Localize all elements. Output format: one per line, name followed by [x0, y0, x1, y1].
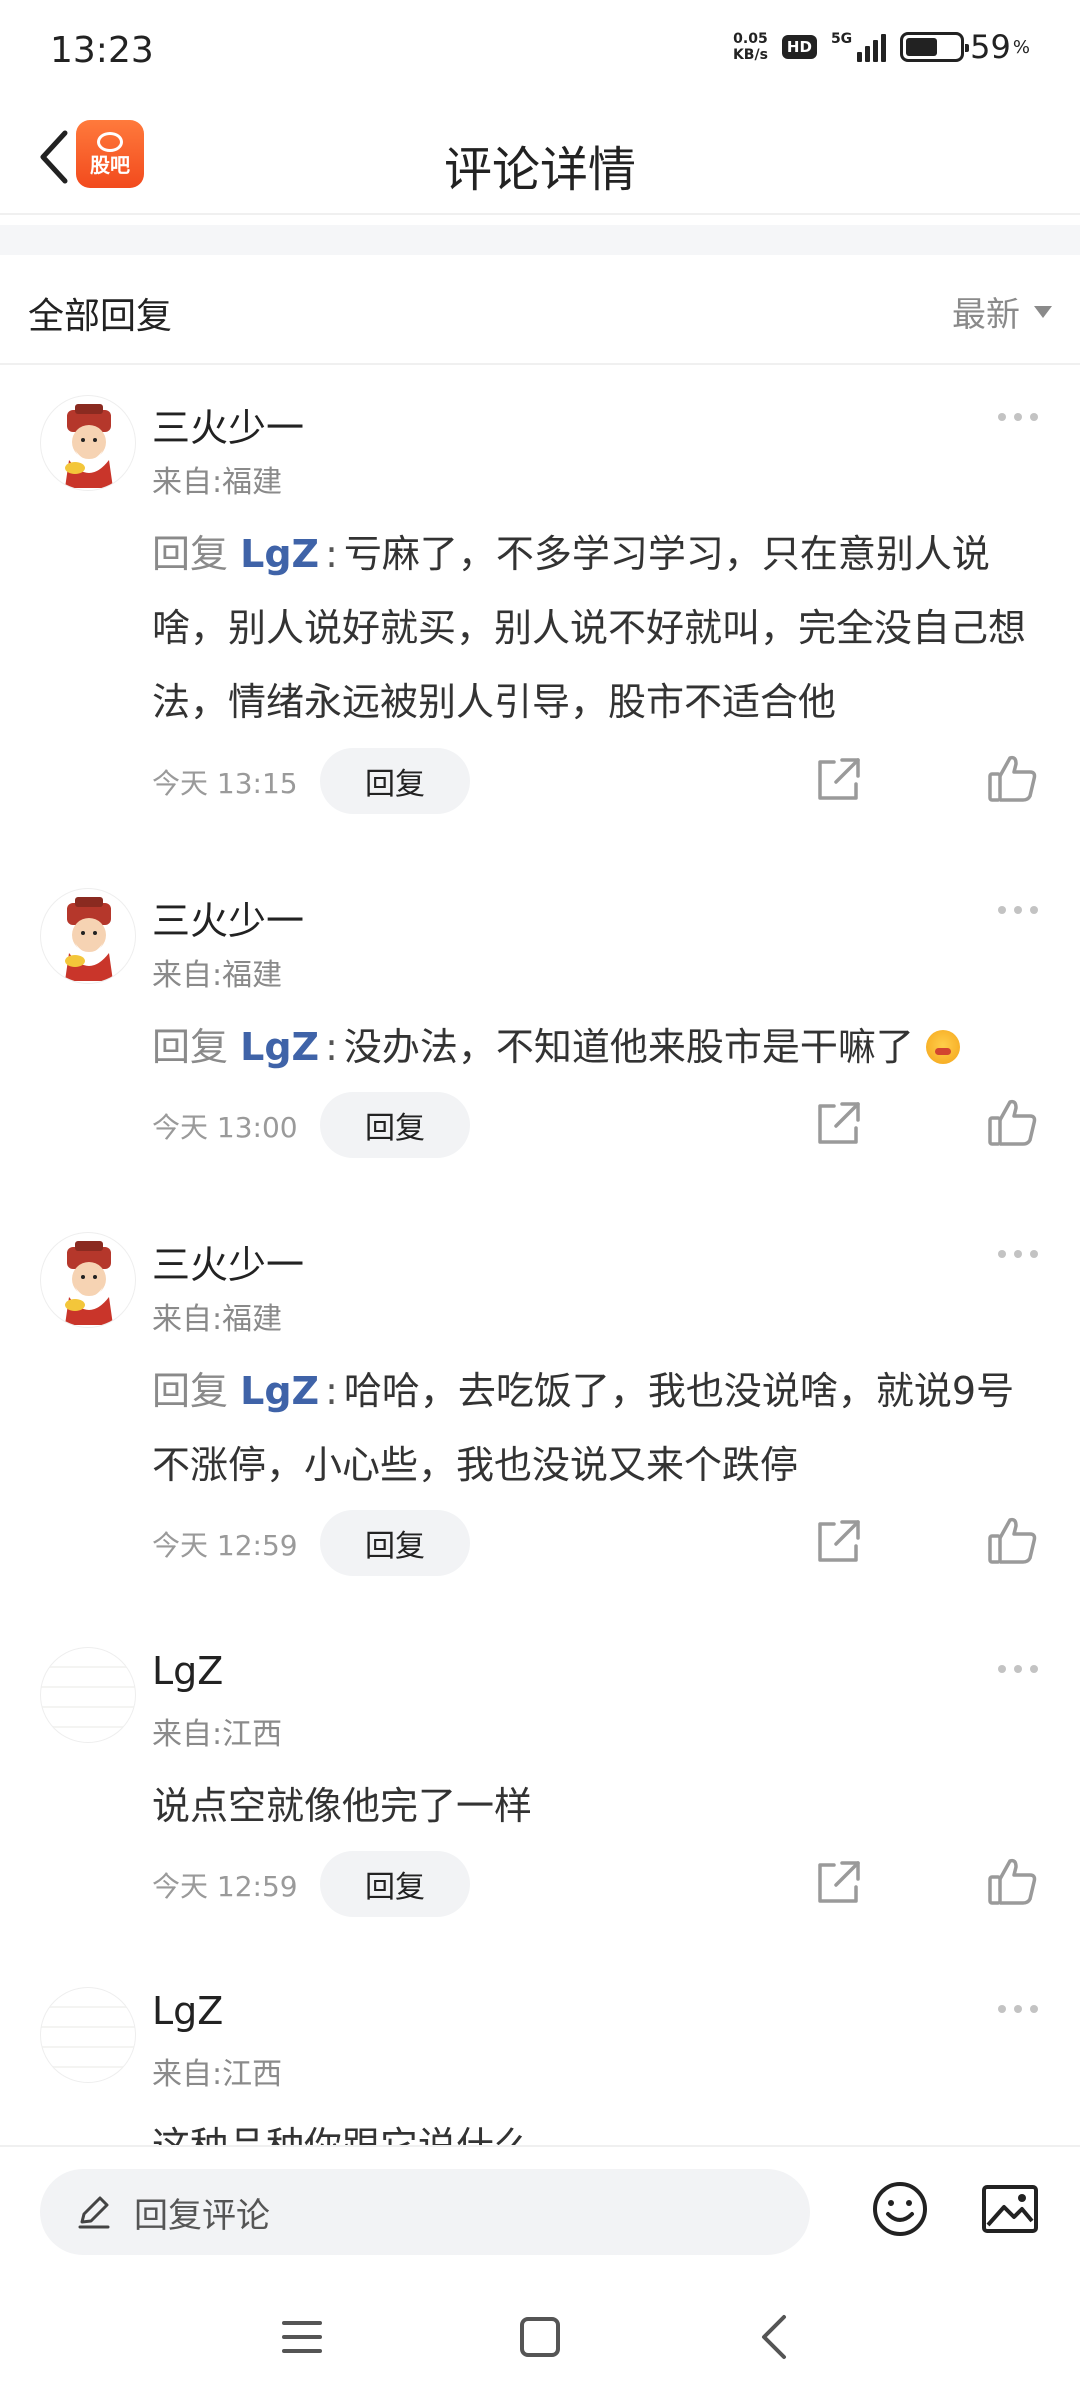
more-options-button[interactable] [998, 2005, 1038, 2013]
reply-colon: : [325, 1025, 338, 1069]
comment-text: 回复 LgZ: 亏麻了，不多学习学习，只在意别人说啥，别人说好就买，别人说不好就叫… [152, 517, 1032, 739]
header: 股吧 评论详情 [0, 100, 1080, 215]
status-time: 13:23 [50, 30, 154, 71]
comment-meta: 今天 13:00 回复 [152, 1092, 1052, 1158]
image-icon[interactable] [980, 2181, 1040, 2237]
avatar[interactable] [40, 1232, 136, 1328]
network-speed-unit: KB/s [732, 47, 768, 63]
battery-percent-sign: % [1012, 36, 1030, 58]
replies-filter-bar: 全部回复 最新 [0, 255, 1080, 365]
reply-button[interactable]: 回复 [320, 748, 470, 814]
more-options-button[interactable] [998, 906, 1038, 914]
user-name[interactable]: 三火少一 [152, 1234, 304, 1289]
user-name[interactable]: 三火少一 [152, 890, 304, 945]
status-icons: 0.05 KB/s HD 5G 59% [733, 28, 1030, 66]
mention-link[interactable]: LgZ [240, 532, 319, 576]
sort-label: 最新 [952, 295, 1020, 335]
network-speed: 0.05 KB/s [733, 31, 768, 63]
share-icon[interactable] [812, 754, 864, 806]
reply-button[interactable]: 回复 [320, 1092, 470, 1158]
page-title: 评论详情 [443, 142, 636, 198]
more-options-button[interactable] [998, 1665, 1038, 1673]
mention-link[interactable]: LgZ [240, 1369, 319, 1413]
avatar[interactable] [40, 888, 136, 984]
hd-badge: HD [781, 35, 817, 59]
share-icon[interactable] [812, 1857, 864, 1909]
reply-colon: : [325, 1369, 338, 1413]
comment-time: 今天 12:59 [152, 1870, 298, 1903]
comment-text: 说点空就像他完了一样 [152, 1784, 533, 1828]
fortune-god-avatar-icon [65, 897, 113, 981]
reply-button[interactable]: 回复 [320, 1510, 470, 1576]
user-location: 来自:江西 [152, 2057, 283, 2092]
comment-text: 回复 LgZ: 没办法，不知道他来股市是干嘛了 [152, 1010, 1032, 1084]
user-name[interactable]: 三火少一 [152, 397, 304, 452]
user-name[interactable]: LgZ [152, 1989, 223, 2033]
network-speed-value: 0.05 [733, 31, 768, 47]
reply-button[interactable]: 回复 [320, 1851, 470, 1917]
network-type: 5G [830, 31, 853, 47]
comment-meta: 今天 12:59 回复 [152, 1851, 1052, 1917]
reply-input-placeholder: 回复评论 [134, 2195, 270, 2236]
caret-down-icon [1034, 305, 1052, 318]
battery-fill [906, 38, 937, 56]
reply-prefix: 回复 [152, 1369, 229, 1413]
mention-link[interactable]: LgZ [240, 1025, 319, 1069]
reply-prefix: 回复 [152, 1025, 229, 1069]
share-icon[interactable] [812, 1516, 864, 1568]
reply-input-bar: 回复评论 [0, 2145, 1080, 2275]
pencil-icon [78, 2196, 110, 2229]
share-icon[interactable] [812, 1098, 864, 1150]
battery-icon [900, 32, 970, 62]
reply-prefix: 回复 [152, 532, 229, 576]
thumbs-up-icon[interactable] [986, 1855, 1040, 1909]
thumbs-up-icon[interactable] [986, 1514, 1040, 1568]
back-triangle-icon[interactable] [756, 2313, 792, 2361]
comment-time: 今天 13:15 [152, 767, 298, 800]
smiley-icon[interactable] [870, 2179, 930, 2239]
battery-indicator: 59% [900, 28, 1030, 66]
user-location: 来自:福建 [152, 1302, 283, 1337]
battery-percent: 59 [970, 28, 1011, 66]
user-name[interactable]: LgZ [152, 1649, 223, 1693]
signal-icon: 5G [830, 31, 887, 62]
system-nav-bar [0, 2275, 1080, 2400]
menu-icon[interactable] [280, 2317, 324, 2357]
avatar[interactable] [40, 1647, 136, 1743]
comment-meta: 今天 12:59 回复 [152, 1510, 1052, 1576]
status-bar: 13:23 0.05 KB/s HD 5G 59% [0, 0, 1080, 100]
reply-input[interactable]: 回复评论 [40, 2169, 810, 2255]
fortune-god-avatar-icon [65, 404, 113, 488]
comment-body: 没办法，不知道他来股市是干嘛了 [343, 1025, 914, 1069]
more-options-button[interactable] [998, 1250, 1038, 1258]
sort-dropdown[interactable]: 最新 [952, 287, 1052, 336]
comment-time: 今天 13:00 [152, 1111, 298, 1144]
comment-text: 回复 LgZ: 哈哈，去吃饭了，我也没说啥，就说9号不涨停，小心些，我也没说又来个… [152, 1354, 1032, 1502]
user-location: 来自:福建 [152, 465, 283, 500]
all-replies-label: 全部回复 [28, 296, 173, 337]
embarrassed-emoji-icon [926, 1030, 960, 1064]
user-location: 来自:福建 [152, 958, 283, 993]
avatar[interactable] [40, 1987, 136, 2083]
avatar[interactable] [40, 395, 136, 491]
user-location: 来自:江西 [152, 1717, 283, 1752]
fortune-god-avatar-icon [65, 1241, 113, 1325]
more-options-button[interactable] [998, 413, 1038, 421]
comment-time: 今天 12:59 [152, 1529, 298, 1562]
thumbs-up-icon[interactable] [986, 1096, 1040, 1150]
comment-meta: 今天 13:15 回复 [152, 748, 1052, 814]
reply-colon: : [325, 532, 338, 576]
thumbs-up-icon[interactable] [986, 752, 1040, 806]
section-divider [0, 225, 1080, 255]
home-square-icon[interactable] [518, 2315, 562, 2359]
